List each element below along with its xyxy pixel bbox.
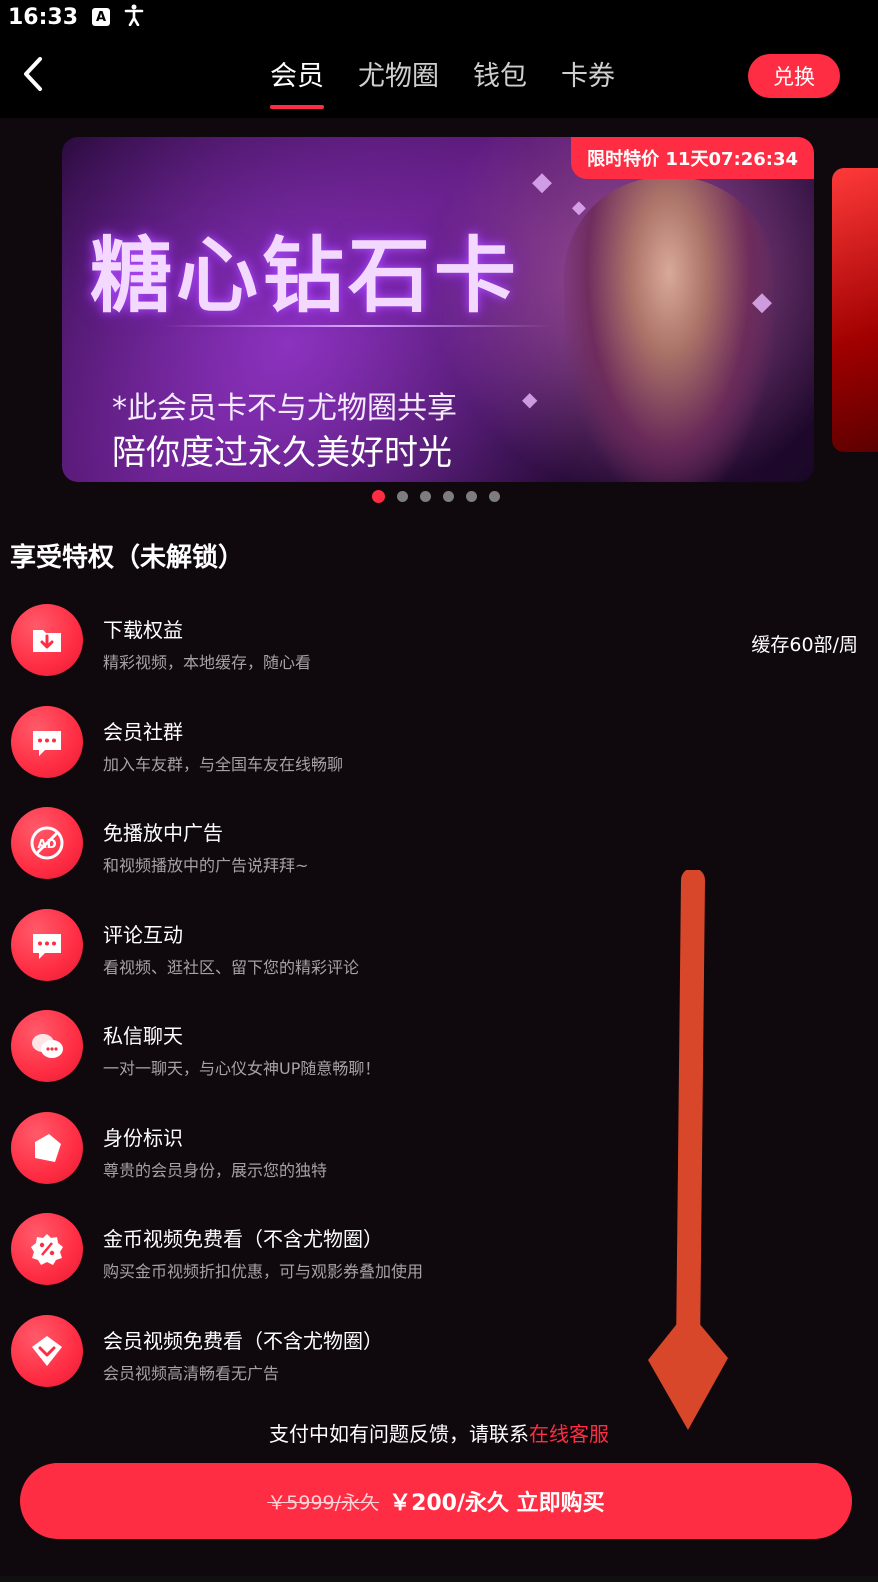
support-text: 支付中如有问题反馈，请联系 bbox=[269, 1422, 529, 1446]
privilege-list: 下载权益 精彩视频，本地缓存，随心看 缓存60部/周 会员社群 加入车友群，与全… bbox=[0, 604, 878, 1416]
banner-card[interactable]: ◆ ◆ ◆ ◆ 糖心钻石卡 *此会员卡不与尤物圈共享 陪你度过永久美好时光 限时… bbox=[62, 137, 814, 482]
section-title: 享受特权（未解锁） bbox=[10, 543, 245, 573]
privilege-title: 免播放中广告 bbox=[103, 821, 223, 845]
sparkle-icon: ◆ bbox=[752, 287, 772, 317]
privilege-title: 会员视频免费看（不含尤物圈） bbox=[103, 1328, 383, 1353]
privilege-desc: 和视频播放中的广告说拜拜~ bbox=[103, 856, 309, 875]
list-item: 会员社群 加入车友群，与全国车友在线畅聊 bbox=[0, 705, 878, 808]
list-item: 金币视频免费看（不含尤物圈） 购买金币视频折扣优惠，可与观影券叠加使用 bbox=[0, 1213, 878, 1315]
carousel-dot[interactable] bbox=[372, 490, 385, 503]
private-chat-icon bbox=[11, 1010, 83, 1082]
carousel-dot[interactable] bbox=[397, 491, 408, 502]
list-item: 会员视频免费看（不含尤物圈） 会员视频高清畅看无广告 bbox=[0, 1314, 878, 1417]
banner-title: 糖心钻石卡 bbox=[90, 228, 521, 324]
badge-icon bbox=[11, 1111, 83, 1184]
diamond-icon bbox=[11, 1314, 83, 1387]
original-price: ￥5999/永久 bbox=[267, 1491, 380, 1514]
download-folder-icon bbox=[11, 604, 83, 676]
next-banner-card[interactable] bbox=[832, 168, 878, 452]
annotation-arrow bbox=[648, 870, 728, 1430]
list-item: 私信聊天 一对一聊天，与心仪女神UP随意畅聊！ bbox=[0, 1010, 878, 1112]
privilege-title: 下载权益 bbox=[103, 618, 183, 642]
accessibility-icon bbox=[124, 4, 144, 31]
tab-membership[interactable]: 会员 bbox=[270, 54, 324, 109]
discount-icon bbox=[11, 1213, 83, 1285]
privilege-desc: 加入车友群，与全国车友在线畅聊 bbox=[103, 754, 344, 774]
online-service-link[interactable]: 在线客服 bbox=[529, 1422, 609, 1446]
svg-text:AD: AD bbox=[37, 837, 56, 851]
list-item: 评论互动 看视频、逛社区、留下您的精彩评论 bbox=[0, 908, 878, 1011]
privilege-desc: 精彩视频，本地缓存，随心看 bbox=[103, 653, 312, 672]
privilege-quota: 缓存60部/周 bbox=[751, 634, 858, 656]
banner-line2: 陪你度过永久美好时光 bbox=[112, 433, 452, 473]
privilege-title: 身份标识 bbox=[103, 1125, 183, 1150]
privilege-title: 会员社群 bbox=[103, 719, 183, 744]
tab-coupons[interactable]: 卡券 bbox=[561, 54, 615, 109]
support-note: 支付中如有问题反馈，请联系在线客服 bbox=[0, 1418, 878, 1447]
chat-bubble-icon bbox=[11, 705, 83, 778]
carousel-dot[interactable] bbox=[489, 491, 500, 502]
carousel-dot[interactable] bbox=[420, 491, 431, 502]
redeem-button[interactable]: 兑换 bbox=[748, 54, 840, 98]
bottom-edge bbox=[0, 1576, 878, 1582]
tab-bar: 会员 尤物圈 钱包 卡券 bbox=[270, 54, 649, 109]
list-item: 下载权益 精彩视频，本地缓存，随心看 缓存60部/周 bbox=[0, 604, 878, 706]
status-time: 16:33 bbox=[8, 4, 79, 30]
privilege-title: 私信聊天 bbox=[103, 1024, 183, 1048]
sparkle-icon: ◆ bbox=[572, 197, 586, 218]
privilege-desc: 购买金币视频折扣优惠，可与观影券叠加使用 bbox=[103, 1262, 424, 1281]
sparkle-icon: ◆ bbox=[532, 167, 552, 197]
top-navigation: 会员 尤物圈 钱包 卡券 兑换 bbox=[0, 34, 878, 118]
a-box-icon: A bbox=[92, 8, 111, 26]
privilege-desc: 尊贵的会员身份，展示您的独特 bbox=[103, 1160, 328, 1180]
current-price: ￥200/永久 立即购买 bbox=[389, 1491, 605, 1516]
list-item: AD 免播放中广告 和视频播放中的广告说拜拜~ bbox=[0, 807, 878, 909]
promo-badge: 限时特价 11天07:26:34 bbox=[571, 137, 814, 179]
list-item: 身份标识 尊贵的会员身份，展示您的独特 bbox=[0, 1111, 878, 1214]
tab-wallet[interactable]: 钱包 bbox=[473, 54, 527, 109]
carousel-dot[interactable] bbox=[466, 491, 477, 502]
privilege-desc: 一对一聊天，与心仪女神UP随意畅聊！ bbox=[103, 1059, 381, 1078]
banner-ornament bbox=[162, 325, 552, 327]
banner-line1: *此会员卡不与尤物圈共享 bbox=[112, 391, 457, 426]
privilege-title: 评论互动 bbox=[103, 922, 183, 947]
banner-model-image bbox=[564, 177, 774, 482]
buy-now-button[interactable]: ￥5999/永久 ￥200/永久 立即购买 bbox=[20, 1463, 852, 1539]
comment-icon bbox=[11, 908, 83, 981]
sparkle-icon: ◆ bbox=[522, 387, 538, 411]
carousel-dots bbox=[372, 490, 500, 503]
privilege-desc: 看视频、逛社区、留下您的精彩评论 bbox=[103, 957, 360, 977]
no-ad-icon: AD bbox=[11, 807, 83, 879]
carousel-dot[interactable] bbox=[443, 491, 454, 502]
chevron-left-icon[interactable] bbox=[18, 56, 48, 92]
privilege-title: 金币视频免费看（不含尤物圈） bbox=[103, 1227, 383, 1251]
privilege-desc: 会员视频高清畅看无广告 bbox=[103, 1363, 280, 1383]
tab-youwuquan[interactable]: 尤物圈 bbox=[358, 54, 439, 109]
status-bar: 16:33 A bbox=[0, 0, 878, 34]
